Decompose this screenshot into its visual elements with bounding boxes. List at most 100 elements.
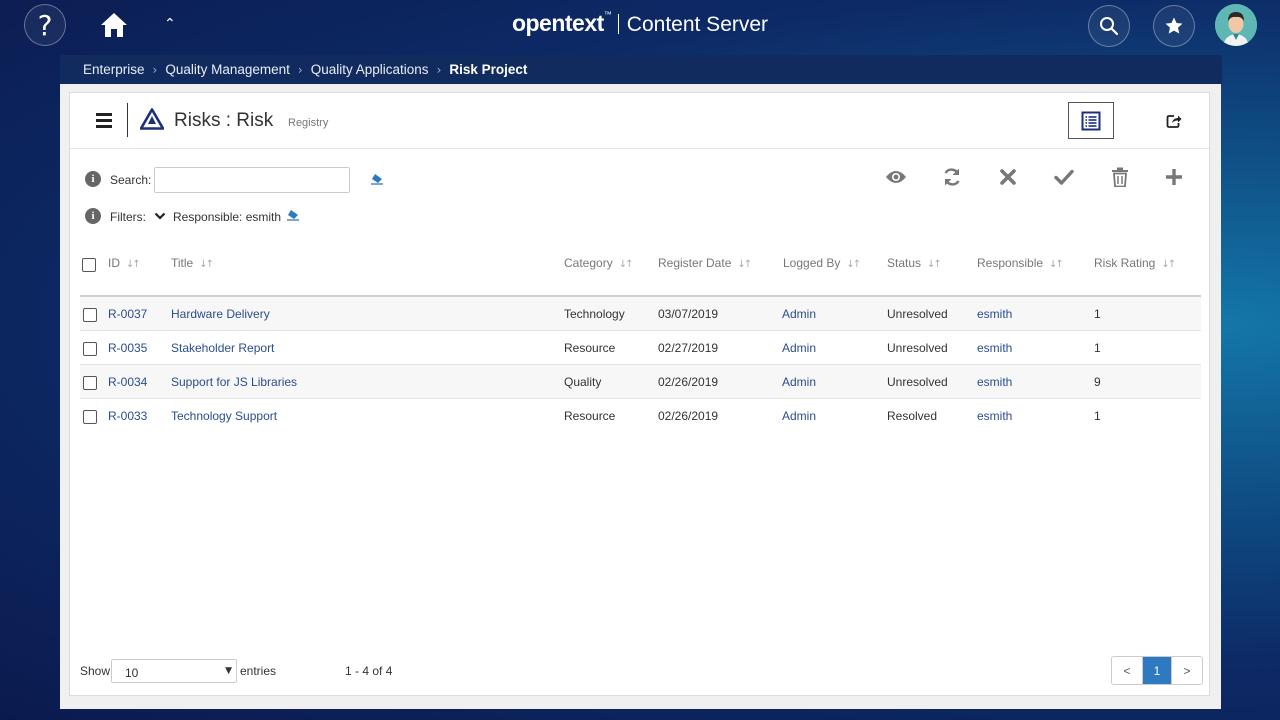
row-logged-by[interactable]: Admin [782,307,816,321]
column-label: Logged By [783,256,841,270]
search-input[interactable] [154,167,350,193]
close-icon[interactable] [996,165,1020,189]
column-header-category[interactable]: Category ↓↑ [564,256,634,270]
row-logged-by[interactable]: Admin [782,341,816,355]
row-id[interactable]: R-0034 [108,375,147,389]
column-label: Category [564,256,613,270]
row-id[interactable]: R-0035 [108,341,147,355]
list-view-button[interactable] [1068,102,1114,139]
menu-icon[interactable] [96,113,112,128]
clear-search-icon[interactable] [370,173,384,185]
show-label: Show [80,664,111,678]
row-register-date: 02/26/2019 [658,375,719,389]
sort-icon[interactable]: ↓↑ [927,259,942,270]
row-checkbox[interactable] [83,376,97,390]
row-checkbox[interactable] [83,342,97,356]
filters-info-icon[interactable]: i [85,208,101,224]
page-size-select[interactable]: 10 ▼ [111,659,237,683]
table-row[interactable]: R-0033 Technology Support Resource 02/26… [80,399,1201,433]
next-page-button[interactable]: > [1172,657,1202,684]
column-label: Register Date [658,256,732,270]
column-header-title[interactable]: Title ↓↑ [171,256,214,270]
row-id[interactable]: R-0037 [108,307,147,321]
row-responsible[interactable]: esmith [977,307,1012,321]
row-responsible[interactable]: esmith [977,375,1012,389]
add-icon[interactable] [1162,165,1186,189]
column-header-register-date[interactable]: Register Date ↓↑ [658,256,752,270]
page-title: Risks : Risk [174,110,274,131]
row-risk-rating: 1 [1094,409,1101,423]
column-header-risk-rating[interactable]: Risk Rating ↓↑ [1094,256,1176,270]
column-header-status[interactable]: Status ↓↑ [887,256,942,270]
entries-label: entries [240,664,277,678]
sort-icon[interactable]: ↓↑ [737,259,752,270]
table-row[interactable]: R-0034 Support for JS Libraries Quality … [80,365,1201,399]
sort-icon[interactable]: ↓↑ [199,259,214,270]
row-id[interactable]: R-0033 [108,409,147,423]
results-range: 1 - 4 of 4 [345,664,393,678]
row-title[interactable]: Support for JS Libraries [171,375,297,389]
row-responsible[interactable]: esmith [977,341,1012,355]
row-category: Quality [564,375,602,389]
risk-warning-icon [140,108,164,130]
row-status: Unresolved [887,375,948,389]
risk-list-panel: Risks : Risk Registry i Search: i Filter… [69,92,1211,696]
page-size-value: 10 [125,666,139,680]
row-register-date: 03/07/2019 [658,307,719,321]
sort-icon[interactable]: ↓↑ [126,259,141,270]
search-icon[interactable] [1088,5,1130,47]
row-checkbox[interactable] [83,308,97,322]
filters-label: Filters: [110,210,146,224]
breadcrumb-item-enterprise[interactable]: Enterprise [83,62,145,77]
dropdown-arrow-icon: ▼ [225,666,232,676]
clear-filter-icon[interactable] [286,209,300,221]
divider [127,103,128,137]
star-icon[interactable] [1153,5,1195,47]
table-row[interactable]: R-0037 Hardware Delivery Technology 03/0… [80,297,1201,331]
page-button-1[interactable]: 1 [1142,657,1172,684]
row-category: Resource [564,341,616,355]
panel-header: Risks : Risk Registry [70,93,1211,149]
row-status: Unresolved [887,307,948,321]
column-header-responsible[interactable]: Responsible ↓↑ [977,256,1064,270]
view-icon[interactable] [884,165,908,189]
list-view-icon [1081,111,1101,130]
previous-page-button[interactable]: < [1112,657,1142,684]
trash-icon[interactable] [1108,165,1132,189]
sort-icon[interactable]: ↓↑ [846,259,861,270]
sort-icon[interactable]: ↓↑ [619,259,634,270]
breadcrumb-item-quality-management[interactable]: Quality Management [165,62,290,77]
row-checkbox[interactable] [83,410,97,424]
row-title[interactable]: Technology Support [171,409,277,423]
sort-icon[interactable]: ↓↑ [1161,259,1176,270]
row-responsible[interactable]: esmith [977,409,1012,423]
row-category: Resource [564,409,616,423]
row-title[interactable]: Hardware Delivery [171,307,270,321]
breadcrumb: Enterprise › Quality Management › Qualit… [60,55,1222,84]
column-header-id[interactable]: ID ↓↑ [108,256,141,270]
column-header-logged-by[interactable]: Logged By ↓↑ [783,256,861,270]
breadcrumb-item-quality-applications[interactable]: Quality Applications [311,62,429,77]
search-label: Search: [110,173,152,187]
active-filter[interactable]: Responsible: esmith [173,210,281,224]
row-risk-rating: 9 [1094,375,1101,389]
row-title[interactable]: Stakeholder Report [171,341,274,355]
export-icon[interactable] [1166,113,1182,129]
check-icon[interactable] [1052,165,1076,189]
table-row[interactable]: R-0035 Stakeholder Report Resource 02/27… [80,331,1201,365]
column-label: Risk Rating [1094,256,1156,270]
row-logged-by[interactable]: Admin [782,375,816,389]
row-register-date: 02/27/2019 [658,341,719,355]
search-info-icon[interactable]: i [85,171,101,187]
row-risk-rating: 1 [1094,341,1101,355]
user-avatar[interactable] [1215,4,1257,46]
column-label: Title [171,256,194,270]
select-all-checkbox[interactable] [82,258,96,272]
chevron-down-icon[interactable] [154,211,166,221]
chevron-right-icon: › [297,62,303,77]
row-status: Unresolved [887,341,948,355]
refresh-icon[interactable] [940,165,964,189]
row-logged-by[interactable]: Admin [782,409,816,423]
sort-icon[interactable]: ↓↑ [1049,259,1064,270]
chevron-right-icon: › [436,62,442,77]
